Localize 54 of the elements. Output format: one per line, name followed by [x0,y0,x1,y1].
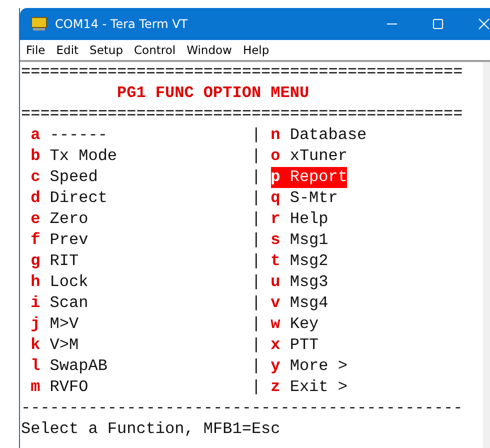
menu-option[interactable]: c Speed [30,167,242,188]
menu-option[interactable]: b Tx Mode [30,146,242,167]
menu-option[interactable]: s Msg1 [270,230,328,251]
close-icon[interactable] [478,18,490,30]
menu-item[interactable]: Window [186,43,232,57]
column-divider: | [250,230,262,251]
menu-option[interactable]: w Key [270,314,319,335]
column-divider: | [250,377,262,398]
menu-option[interactable]: j M>V [30,314,242,335]
menu-item[interactable]: File [26,43,46,57]
column-divider: | [250,125,262,146]
window-title: COM14 - Tera Term VT [55,17,188,31]
menu-option[interactable]: p Report [270,167,348,188]
menu-option[interactable]: t Msg2 [270,251,328,272]
menu-option[interactable]: x PTT [270,335,319,356]
menu-item[interactable]: Edit [56,43,79,57]
menu-option[interactable]: a ------ [30,125,242,146]
menu-option[interactable]: l SwapAB [30,356,242,377]
column-divider: | [250,335,262,356]
menu-option[interactable]: q S-Mtr [270,188,338,209]
column-divider: | [250,146,262,167]
menu-option[interactable]: g RIT [30,251,242,272]
column-divider: | [250,188,262,209]
menu-option[interactable]: v Msg4 [270,293,328,314]
terminal-app-icon [31,17,47,31]
menu-option[interactable]: m RVFO [30,377,242,398]
menu-option[interactable]: n Database [270,125,367,146]
column-divider: | [250,356,262,377]
menu-item[interactable]: Setup [90,43,124,57]
maximize-icon[interactable] [432,18,444,30]
menu-item[interactable]: Control [134,43,176,57]
column-divider: | [250,251,262,272]
menu-option[interactable]: r Help [270,209,328,230]
menu-option[interactable]: i Scan [30,293,242,314]
menu-option[interactable]: h Lock [30,272,242,293]
column-divider: | [250,209,262,230]
separator-rule: ---------------------------------------------- [21,398,464,419]
menu-option[interactable]: z Exit > [270,377,348,398]
prompt-text: Select a Function, MFB1=Esc [21,419,282,440]
menu-option[interactable]: d Direct [30,188,242,209]
column-divider: | [250,167,262,188]
menu-heading: PG1 FUNC OPTION MENU [116,83,310,104]
separator-rule: ============================================== [21,62,464,83]
column-divider: | [250,314,262,335]
menu-option[interactable]: u Msg3 [270,272,328,293]
menu-option[interactable]: y More > [270,356,348,377]
separator-rule: ============================================== [21,104,464,125]
menu-option[interactable]: o xTuner [270,146,348,167]
menu-option[interactable]: f Prev [30,230,242,251]
menu-option[interactable]: e Zero [30,209,242,230]
column-divider: | [250,293,262,314]
column-divider: | [250,272,262,293]
menu-option[interactable]: k V>M [30,335,242,356]
menu-item[interactable]: Help [242,43,270,57]
